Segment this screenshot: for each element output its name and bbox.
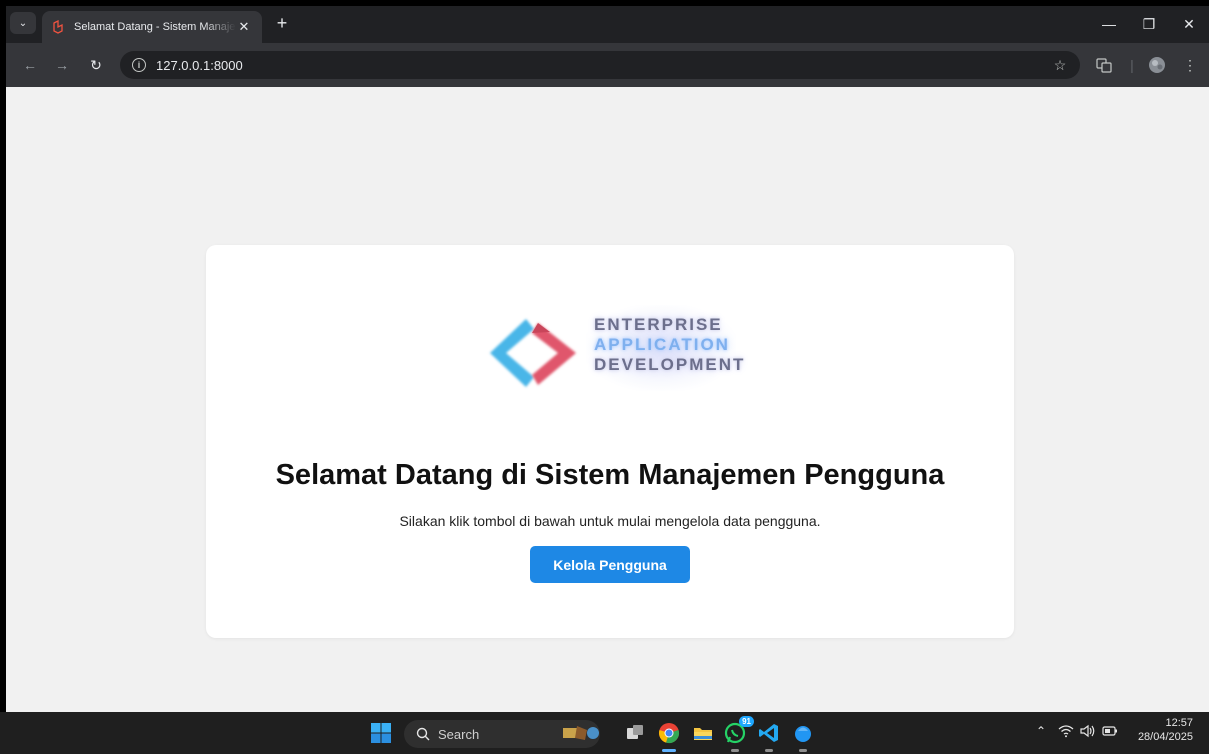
taskbar: Search 91 ⌃ 12:57 28/04/2025 — [0, 712, 1209, 754]
tab-title: Selamat Datang - Sistem Manajemen Penggu… — [74, 21, 236, 33]
logo: ENTERPRISE APPLICATION DEVELOPMENT — [476, 305, 744, 401]
browser-toolbar: ← → ↻ i 127.0.0.1:8000 ☆ | ⋮ — [6, 43, 1209, 87]
whatsapp-icon[interactable]: 91 — [722, 716, 754, 752]
search-label: Search — [438, 726, 480, 742]
reload-button[interactable]: ↻ — [86, 55, 106, 75]
back-button[interactable]: ← — [20, 55, 40, 75]
running-indicator — [799, 749, 807, 752]
running-indicator — [731, 749, 739, 752]
vscode-icon[interactable] — [756, 720, 782, 752]
running-indicator — [765, 749, 773, 752]
manage-users-button[interactable]: Kelola Pengguna — [530, 546, 690, 583]
translate-icon[interactable] — [1094, 55, 1114, 75]
close-icon[interactable]: ✕ — [236, 19, 252, 35]
logo-line: ENTERPRISE — [594, 315, 723, 334]
laravel-icon — [52, 20, 66, 34]
task-view-icon[interactable] — [622, 720, 648, 746]
windows-start-icon[interactable] — [368, 720, 394, 746]
address-bar[interactable]: i 127.0.0.1:8000 — [120, 51, 1080, 79]
active-indicator — [662, 749, 676, 752]
star-icon[interactable]: ☆ — [1050, 55, 1070, 75]
page-title: Selamat Datang di Sistem Manajemen Pengg… — [275, 459, 945, 491]
notification-badge: 91 — [739, 716, 754, 727]
app-icon[interactable] — [790, 720, 816, 752]
chrome-icon[interactable] — [656, 720, 682, 752]
logo-text: ENTERPRISE APPLICATION DEVELOPMENT — [594, 315, 745, 375]
clock-time: 12:57 — [1165, 717, 1193, 729]
logo-line: DEVELOPMENT — [594, 355, 746, 374]
close-window-button[interactable]: ✕ — [1170, 12, 1208, 36]
chevron-up-icon[interactable]: ⌃ — [1036, 724, 1046, 738]
tab-search-button[interactable]: ⌄ — [10, 12, 36, 34]
url-text: 127.0.0.1:8000 — [156, 57, 243, 73]
forward-button[interactable]: → — [52, 55, 72, 75]
page-subtitle: Silakan klik tombol di bawah untuk mulai… — [399, 513, 821, 529]
page-viewport: ENTERPRISE APPLICATION DEVELOPMENT Selam… — [6, 87, 1209, 712]
profile-avatar[interactable] — [1147, 55, 1167, 75]
search-icon — [416, 727, 430, 741]
tab-strip: ⌄ Selamat Datang - Sistem Manajemen Peng… — [6, 6, 1209, 43]
browser-window: ⌄ Selamat Datang - Sistem Manajemen Peng… — [6, 6, 1209, 712]
search-highlight-icon[interactable] — [560, 720, 604, 746]
clock-date: 28/04/2025 — [1137, 731, 1193, 743]
file-explorer-icon[interactable] — [690, 720, 716, 746]
battery-icon[interactable] — [1102, 724, 1118, 741]
minimize-button[interactable]: — — [1090, 12, 1128, 36]
wifi-icon[interactable] — [1058, 724, 1074, 741]
system-clock[interactable]: 12:57 28/04/2025 — [1138, 716, 1193, 744]
logo-line: APPLICATION — [594, 335, 730, 354]
info-icon[interactable]: i — [132, 58, 146, 72]
welcome-card: ENTERPRISE APPLICATION DEVELOPMENT Selam… — [206, 245, 1014, 638]
menu-icon[interactable]: ⋮ — [1180, 55, 1200, 75]
restore-button[interactable]: ❐ — [1130, 12, 1168, 36]
chevron-down-icon: ⌄ — [18, 17, 28, 29]
volume-icon[interactable] — [1080, 724, 1096, 741]
toolbar-divider: | — [1130, 57, 1134, 73]
tab-active[interactable]: Selamat Datang - Sistem Manajemen Penggu… — [42, 11, 262, 43]
new-tab-button[interactable]: + — [272, 14, 292, 32]
logo-chevrons-icon — [490, 319, 576, 387]
